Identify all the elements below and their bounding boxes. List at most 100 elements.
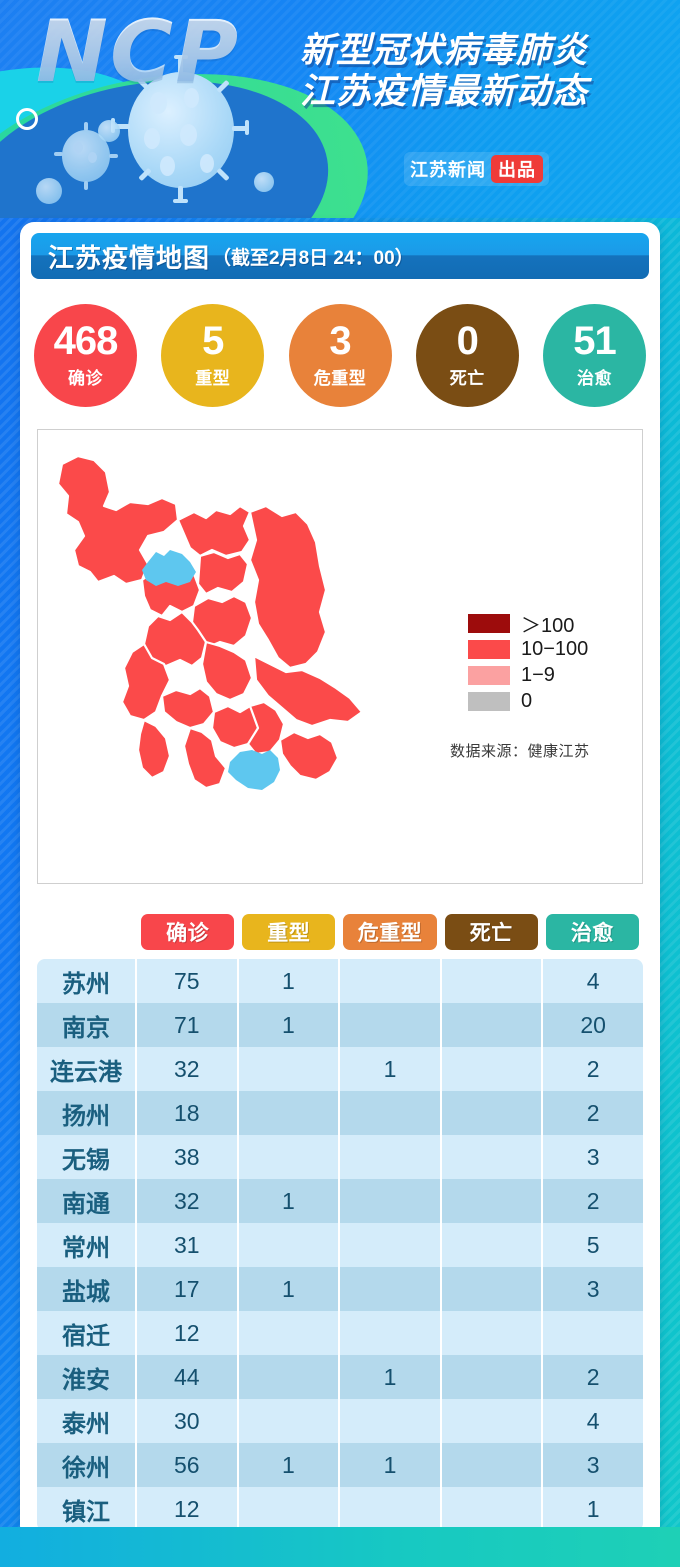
cell-severe (239, 1399, 341, 1443)
cell-confirmed: 71 (137, 1003, 239, 1047)
virus-icon-small-3 (36, 178, 62, 204)
section-timestamp: （截至2月8日 24：00） (212, 247, 414, 269)
stat-value: 468 (53, 318, 119, 363)
epidemic-map: ＞100 10−100 1−9 0 数据来源：健康江苏 (37, 429, 643, 884)
ncp-logo: NCP (36, 2, 241, 102)
legend-swatch (468, 613, 510, 633)
cell-severe: 1 (239, 1179, 341, 1223)
cell-severe (239, 1487, 341, 1531)
table-row: 镇江 12 1 (37, 1487, 643, 1531)
cell-critical (340, 959, 442, 1003)
cell-confirmed: 30 (137, 1399, 239, 1443)
cell-city: 南通 (37, 1179, 137, 1223)
cell-severe: 1 (239, 1267, 341, 1311)
cell-confirmed: 17 (137, 1267, 239, 1311)
cell-severe: 1 (239, 959, 341, 1003)
table-row: 盐城 17 1 3 (37, 1267, 643, 1311)
stat-deaths: 0 死亡 (415, 304, 519, 407)
cell-deaths (442, 1179, 544, 1223)
cell-city: 盐城 (37, 1267, 137, 1311)
column-header-critical: 危重型 (343, 914, 437, 950)
cell-severe: 1 (239, 1003, 341, 1047)
source-name: 江苏新闻 (410, 160, 486, 180)
hero-title-line2: 江苏疫情最新动态 (300, 72, 589, 112)
summary-stats: 468 确诊 5 重型 3 危重型 0 死亡 51 治愈 (34, 304, 646, 407)
legend-swatch (468, 665, 510, 685)
source-badge: 江苏新闻 出品 (404, 152, 549, 186)
column-header-cured: 治愈 (545, 914, 640, 950)
cell-cured: 5 (586, 1231, 600, 1258)
footer-stripe (0, 1539, 680, 1567)
cell-severe (239, 1047, 341, 1091)
cell-confirmed: 56 (137, 1443, 239, 1487)
cell-critical (340, 1311, 442, 1355)
table-row: 无锡 38 3 (37, 1135, 643, 1179)
map-legend: ＞100 10−100 1−9 0 (468, 610, 588, 714)
hero-banner: NCP 新型冠状病毒肺炎 江苏疫情最新动态 江苏新闻 出品 (0, 0, 680, 218)
cell-critical (340, 1003, 442, 1047)
stat-confirmed: 468 确诊 (34, 304, 137, 407)
section-title: 江苏疫情地图 (48, 242, 211, 273)
column-header-confirmed: 确诊 (141, 914, 235, 950)
cell-deaths (442, 1355, 544, 1399)
table-row: 常州 31 5 (37, 1223, 643, 1267)
hero-title-line1: 新型冠状病毒肺炎 (300, 31, 589, 70)
table-row: 宿迁 12 (37, 1311, 643, 1355)
legend-item: 1−9 (468, 662, 588, 688)
cell-city: 宿迁 (37, 1311, 137, 1355)
cell-city: 常州 (37, 1223, 137, 1267)
cell-cured (543, 1311, 643, 1355)
city-stats-table: 苏州 75 1 4 南京 71 1 20 连云港 32 1 2 扬州 18 2 无锡 38 3 南通 32 1 2 常州 31… (37, 959, 643, 1531)
cell-critical: 1 (340, 1047, 442, 1091)
cell-critical (340, 1091, 442, 1135)
table-header-spacer (37, 914, 137, 950)
legend-swatch (468, 639, 510, 659)
cell-critical (340, 1487, 442, 1531)
cell-cured: 20 (580, 1011, 606, 1038)
cell-city: 苏州 (37, 959, 137, 1003)
virus-icon-small-2 (98, 120, 120, 142)
cell-deaths (442, 1223, 544, 1267)
stat-cured: 51 治愈 (543, 304, 646, 407)
legend-label: 0 (521, 689, 533, 712)
stat-severe: 5 重型 (161, 304, 265, 407)
legend-item: 10−100 (468, 636, 588, 662)
stat-value: 0 (456, 318, 479, 363)
cell-city: 扬州 (37, 1091, 137, 1135)
hero-title: 新型冠状病毒肺炎 江苏疫情最新动态 (300, 30, 660, 113)
cell-city: 淮安 (37, 1355, 137, 1399)
cell-cured: 3 (586, 1451, 600, 1478)
cell-city: 南京 (37, 1003, 137, 1047)
cell-confirmed: 12 (137, 1311, 239, 1355)
cell-city: 镇江 (37, 1487, 137, 1531)
stat-value: 5 (202, 318, 224, 363)
column-header-severe: 重型 (242, 914, 336, 950)
cell-cured: 3 (586, 1143, 600, 1170)
cell-confirmed: 31 (137, 1223, 239, 1267)
cell-critical (340, 1223, 442, 1267)
table-row: 南京 71 1 20 (37, 1003, 643, 1047)
cell-confirmed: 32 (137, 1047, 239, 1091)
cell-critical: 1 (340, 1443, 442, 1487)
stat-label: 死亡 (449, 369, 485, 389)
cell-cured: 2 (586, 1187, 600, 1214)
stat-label: 重型 (195, 369, 231, 389)
cell-critical (340, 1179, 442, 1223)
legend-swatch (468, 691, 510, 711)
cell-deaths (442, 1399, 544, 1443)
stat-label: 确诊 (68, 369, 103, 389)
map-source-note: 数据来源：健康江苏 (450, 743, 590, 760)
cell-severe (239, 1223, 341, 1267)
cell-cured: 4 (586, 967, 600, 994)
cell-city: 泰州 (37, 1399, 137, 1443)
section-header: 江苏疫情地图 （截至2月8日 24：00） (31, 233, 649, 279)
cell-deaths (442, 1135, 544, 1179)
cell-deaths (442, 1311, 544, 1355)
stat-value: 51 (573, 318, 616, 363)
stat-critical: 3 危重型 (288, 304, 392, 407)
cell-city: 徐州 (37, 1443, 137, 1487)
cell-deaths (442, 1091, 544, 1135)
cell-cured: 2 (586, 1363, 600, 1390)
cell-cured: 2 (586, 1055, 600, 1082)
cell-deaths (442, 1443, 544, 1487)
